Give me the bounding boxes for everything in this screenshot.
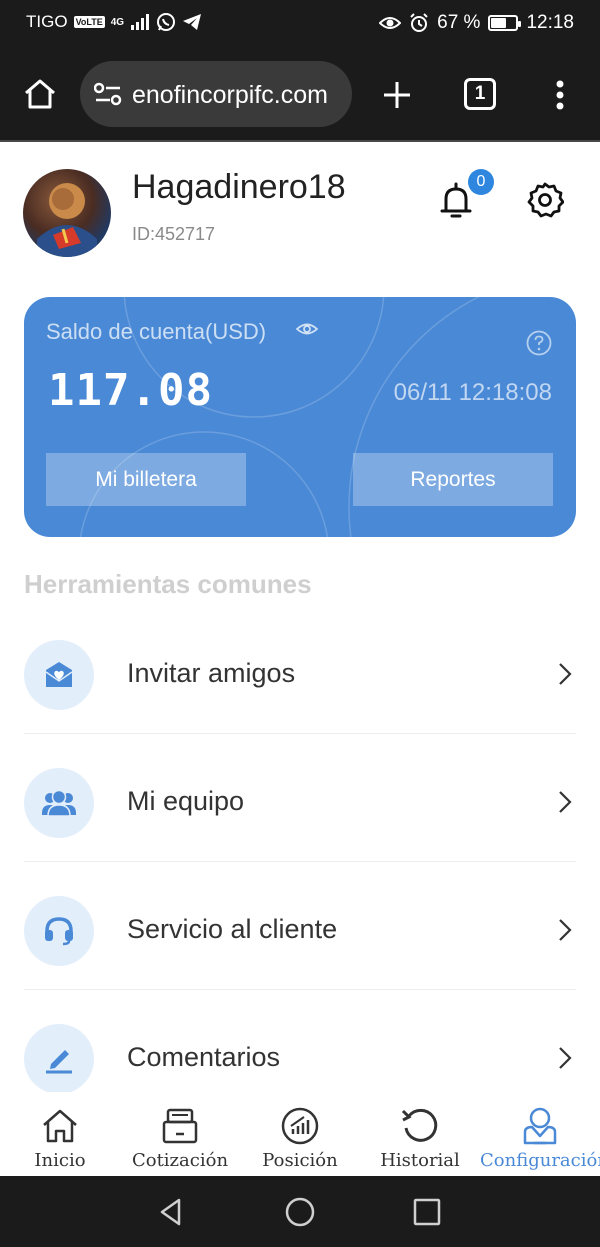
tool-label: Mi equipo [127,786,245,816]
chevron-right-icon [559,791,572,813]
notification-badge: 0 [468,169,494,195]
nav-item-cotizacion[interactable]: Cotización [120,1092,240,1176]
address-bar[interactable]: enofincorpifc.com [80,61,352,127]
tool-row-team[interactable]: Mi equipo [24,734,576,862]
avatar-image [37,183,97,257]
position-icon [281,1107,319,1145]
headset-icon-circle [24,896,94,966]
clock: 12:18 [526,12,574,33]
signal-icon [131,14,150,30]
tab-switcher-button[interactable]: 1 [464,78,496,110]
home-icon [25,79,55,109]
site-settings-icon[interactable] [94,82,122,106]
reports-button[interactable]: Reportes [353,453,553,506]
team-icon-circle [24,768,94,838]
nav-item-posicion[interactable]: Posición [240,1092,360,1176]
bottom-nav: Inicio Cotización Posición Historial Con… [0,1092,600,1176]
tool-label: Servicio al cliente [127,914,338,944]
tool-row-support[interactable]: Servicio al cliente [24,862,576,990]
history-icon [401,1108,438,1142]
nav-label: Historial [380,1150,460,1171]
battery-icon [488,15,522,31]
status-bar: TIGO VoLTE 4G 67 % 12:18 [0,0,600,48]
nav-item-configuracion[interactable]: Configuración [480,1092,600,1176]
eye-comfort-icon [379,17,402,29]
battery-fill [491,18,507,28]
username: Hagadinero18 [132,168,346,206]
quotes-icon [162,1108,198,1144]
tools-section-title: Herramientas comunes [24,569,312,599]
tool-label: Comentarios [127,1042,281,1072]
chevron-right-icon [559,663,572,685]
network-type: 4G [110,16,125,28]
invite-icon [45,662,73,687]
tool-row-invite[interactable]: Invitar amigos [24,606,576,734]
settings-gear-icon[interactable] [526,181,564,219]
carrier-name: TIGO [26,12,68,31]
avatar[interactable] [23,169,111,257]
balance-amount: 117.08 [48,365,213,416]
invite-icon-circle [24,640,94,710]
url-text[interactable]: enofincorpifc.com [132,81,328,110]
recents-square-icon[interactable] [409,1194,445,1230]
telegram-icon [183,14,202,30]
status-left: TIGO VoLTE 4G [26,12,202,32]
new-tab-button[interactable] [380,78,414,112]
status-right: 67 % 12:18 [379,12,574,34]
nav-label: Cotización [131,1150,229,1171]
tool-label: Invitar amigos [127,658,296,688]
edit-icon [46,1050,72,1074]
nav-item-inicio[interactable]: Inicio [0,1092,120,1176]
balance-datetime: 06/11 12:18:08 [393,379,552,406]
chevron-right-icon [559,1047,572,1069]
nav-label: Posición [262,1150,338,1171]
home-icon [43,1109,77,1143]
nav-label: Inicio [34,1150,86,1171]
balance-card: Saldo de cuenta(USD) 117.08 06/11 12:18:… [24,297,576,537]
back-triangle-icon[interactable] [153,1194,189,1230]
nav-item-historial[interactable]: Historial [360,1092,480,1176]
home-button[interactable] [22,76,58,112]
browser-menu-button[interactable] [548,78,572,112]
settings-user-icon [523,1107,557,1145]
team-icon [42,789,76,817]
battery-percent: 67 % [437,12,481,33]
browser-toolbar: enofincorpifc.com 1 [0,48,600,142]
system-nav-bar [0,1176,600,1247]
user-id: ID:452717 [132,224,216,244]
edit-icon-circle [24,1024,94,1094]
volte-badge: VoLTE [73,16,105,28]
chevron-right-icon [559,919,572,941]
wallet-button[interactable]: Mi billetera [46,453,246,506]
headset-icon [45,917,73,946]
nav-label: Configuración [480,1150,600,1171]
help-icon[interactable] [526,330,552,356]
eye-toggle-icon[interactable] [296,321,318,337]
alarm-icon [410,13,428,32]
home-circle-icon[interactable] [282,1194,318,1230]
more-vert-icon [556,80,564,110]
whatsapp-icon [157,13,176,31]
tab-count: 1 [474,83,486,104]
plus-icon [384,82,410,108]
balance-label: Saldo de cuenta(USD) [46,319,267,344]
